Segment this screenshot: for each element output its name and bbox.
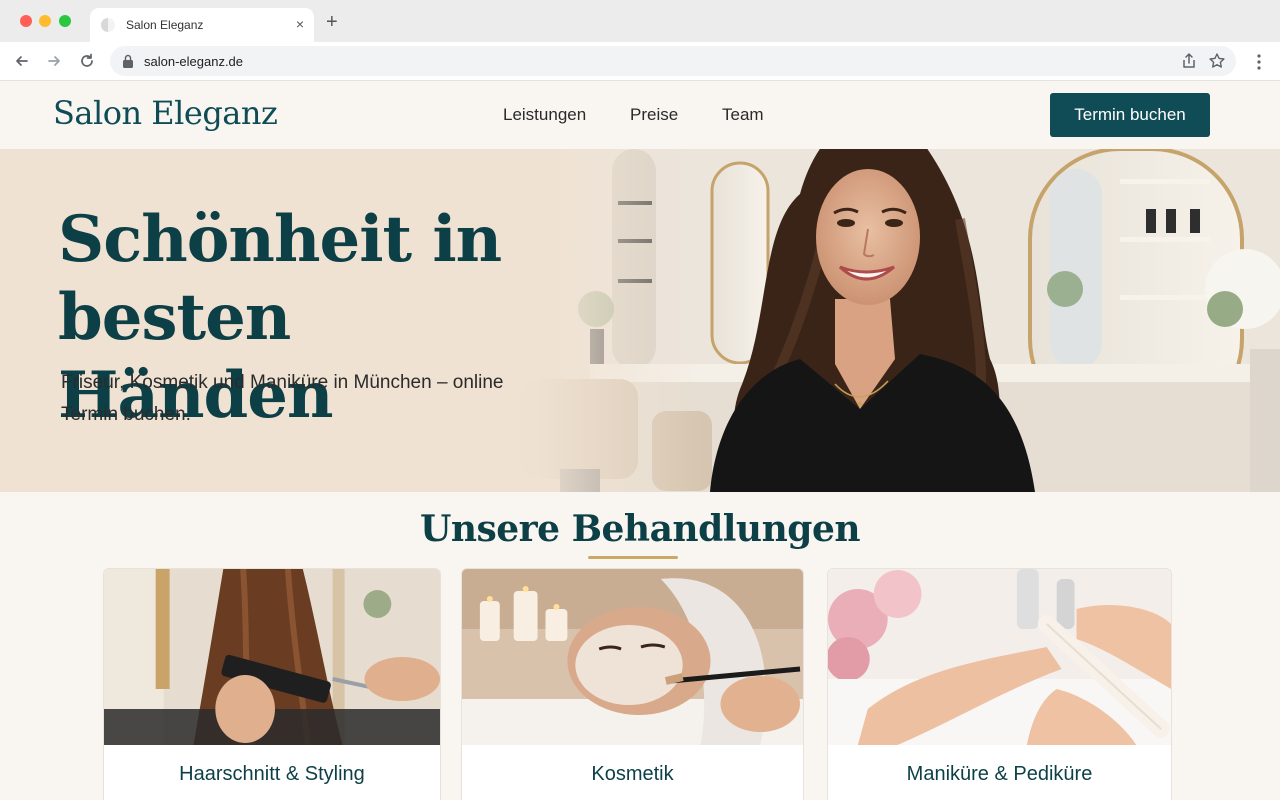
manicure-image <box>828 569 1171 745</box>
new-tab-button[interactable]: + <box>326 12 338 32</box>
tab-title: Salon Eleganz <box>126 18 204 32</box>
title-underline <box>588 556 678 559</box>
minimize-window-button[interactable] <box>39 15 51 27</box>
maximize-window-button[interactable] <box>59 15 71 27</box>
share-icon[interactable] <box>1180 52 1198 70</box>
treatment-card-manicure[interactable]: Maniküre & Pediküre <box>827 568 1172 800</box>
haircut-image <box>104 569 440 745</box>
address-bar[interactable]: salon-eleganz.de <box>110 46 1236 76</box>
close-window-button[interactable] <box>20 15 32 27</box>
hero-section: Schönheit in besten Händen Friseur, Kosm… <box>0 149 1280 492</box>
book-appointment-button[interactable]: Termin buchen <box>1050 93 1210 137</box>
site-header: Salon Eleganz Leistungen Preise Team Ter… <box>0 81 1280 149</box>
cosmetics-image <box>462 569 803 745</box>
browser-tab[interactable]: Salon Eleganz × <box>90 8 314 42</box>
lock-icon <box>123 54 133 68</box>
favicon-icon <box>101 18 115 32</box>
tab-close-icon[interactable]: × <box>296 16 304 32</box>
treatment-card-haircut[interactable]: Haarschnitt & Styling <box>103 568 441 800</box>
star-icon[interactable] <box>1208 52 1226 70</box>
nav-link-team[interactable]: Team <box>722 105 764 125</box>
treatments-title: Unsere Behandlungen <box>419 508 861 550</box>
nav-link-preise[interactable]: Preise <box>630 105 678 125</box>
browser-toolbar: salon-eleganz.de <box>0 42 1280 81</box>
browser-tabbar: Salon Eleganz × + <box>0 0 1280 42</box>
back-icon[interactable] <box>12 51 32 71</box>
reload-icon[interactable] <box>77 51 97 71</box>
treatment-label: Kosmetik <box>591 763 674 785</box>
menu-icon[interactable] <box>1250 52 1268 72</box>
treatment-label: Maniküre & Pediküre <box>906 763 1093 785</box>
logo[interactable]: Salon Eleganz <box>53 94 278 132</box>
treatment-label: Haarschnitt & Styling <box>179 763 365 785</box>
hero-subtitle: Friseur, Kosmetik und Maniküre in Münche… <box>61 372 504 425</box>
forward-icon[interactable] <box>44 51 64 71</box>
nav-link-leistungen[interactable]: Leistungen <box>503 105 586 125</box>
url-text[interactable]: salon-eleganz.de <box>144 54 243 69</box>
treatment-card-cosmetics[interactable]: Kosmetik <box>461 568 804 800</box>
